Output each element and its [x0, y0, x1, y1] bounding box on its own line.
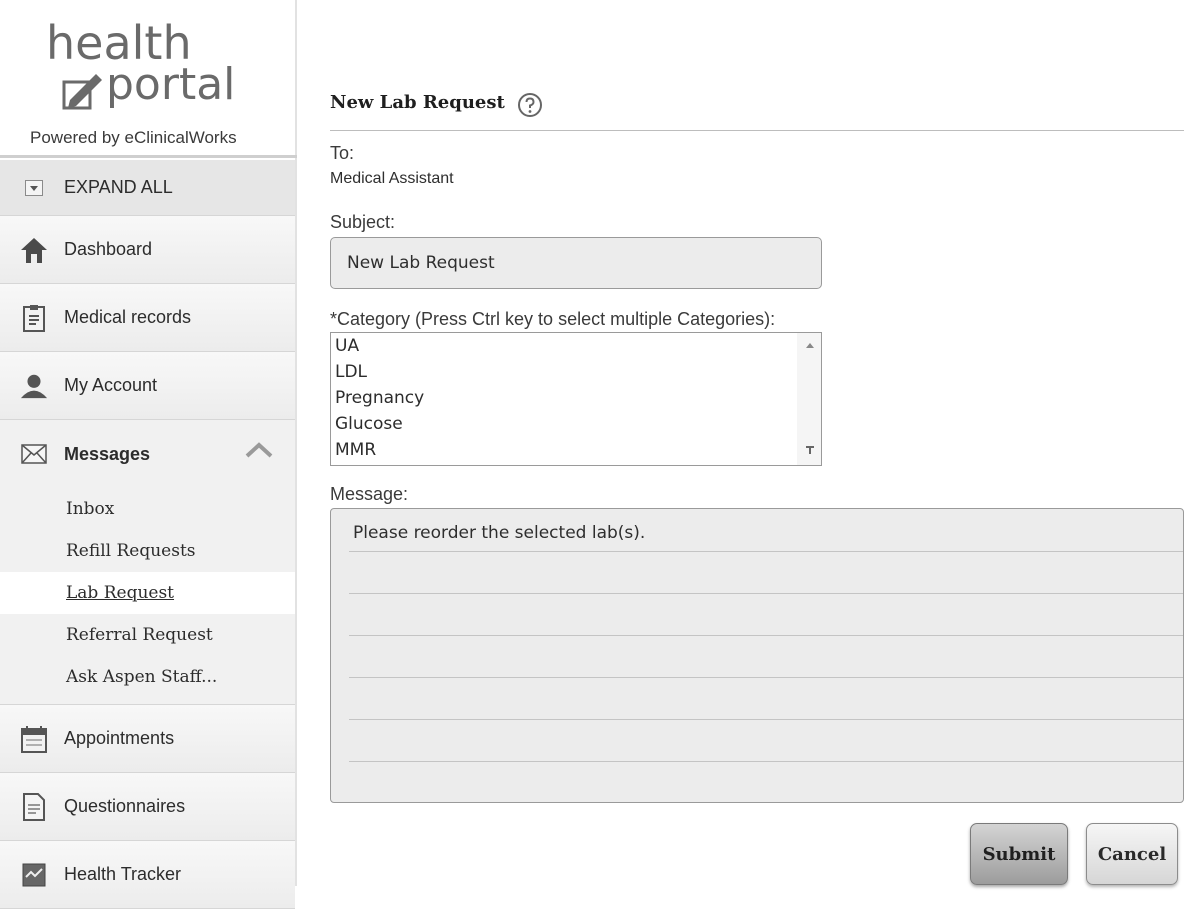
category-option[interactable]: MMR [331, 437, 821, 463]
page-title: New Lab Request [330, 92, 505, 113]
sidebar-item-label: Questionnaires [64, 796, 186, 816]
submenu-item-inbox[interactable]: Inbox [0, 488, 295, 530]
cancel-button[interactable]: Cancel [1086, 823, 1178, 885]
category-option[interactable]: Glucose [331, 411, 821, 437]
chevron-up-icon[interactable] [245, 442, 273, 463]
sidebar-item-label: Appointments [64, 728, 175, 748]
sidebar-item-label: Dashboard [64, 239, 153, 259]
submenu-item-refill-requests[interactable]: Refill Requests [0, 530, 295, 572]
messages-section: Messages Inbox Refill Requests Lab Reque… [0, 420, 295, 705]
category-listbox[interactable]: UA LDL Pregnancy Glucose MMR [330, 332, 822, 466]
home-icon [20, 235, 48, 265]
clipboard-icon [20, 303, 48, 333]
scroll-down-icon[interactable] [805, 445, 815, 455]
sidebar-item-messages[interactable]: Messages [0, 420, 295, 488]
tracker-icon [20, 860, 48, 890]
scroll-up-icon[interactable] [805, 341, 815, 349]
submenu-item-referral-request[interactable]: Referral Request [0, 614, 295, 656]
sidebar-item-appointments[interactable]: Appointments [0, 705, 295, 773]
ruled-line [349, 761, 1183, 762]
submenu-item-ask-aspen-staff[interactable]: Ask Aspen Staff... [0, 656, 295, 698]
sidebar-item-medical-records[interactable]: Medical records [0, 284, 295, 352]
sidebar-item-label: My Account [64, 375, 158, 395]
title-divider [330, 130, 1184, 131]
sidebar: health portal Powered by eClinicalWorks … [0, 0, 297, 909]
category-option[interactable]: Pregnancy [331, 385, 821, 411]
category-label: *Category (Press Ctrl key to select mult… [330, 309, 776, 329]
subject-input[interactable] [330, 237, 822, 289]
expand-icon [20, 173, 48, 203]
sidebar-item-label: Messages [64, 443, 151, 464]
to-value: Medical Assistant [330, 170, 454, 187]
subject-label: Subject: [330, 212, 396, 232]
submit-button[interactable]: Submit [970, 823, 1068, 885]
ruled-line [349, 593, 1183, 594]
help-icon[interactable] [517, 92, 543, 118]
message-label: Message: [330, 484, 409, 504]
powered-by-text: Powered by eClinicalWorks [0, 118, 297, 158]
main-content: New Lab Request To: Medical Assistant Su… [297, 0, 1184, 886]
to-label: To: [330, 143, 355, 163]
category-option[interactable]: LDL [331, 359, 821, 385]
ruled-line [349, 719, 1183, 720]
category-option[interactable]: UA [331, 333, 821, 359]
ruled-line [349, 677, 1183, 678]
sidebar-nav: EXPAND ALL Dashboard Medical records My … [0, 160, 295, 909]
sidebar-item-health-tracker[interactable]: Health Tracker [0, 841, 295, 909]
expand-all-button[interactable]: EXPAND ALL [0, 160, 295, 216]
sidebar-item-dashboard[interactable]: Dashboard [0, 216, 295, 284]
expand-all-label: EXPAND ALL [64, 177, 173, 197]
user-icon [20, 371, 48, 401]
sidebar-item-questionnaires[interactable]: Questionnaires [0, 773, 295, 841]
submenu-item-lab-request[interactable]: Lab Request [0, 572, 295, 614]
calendar-icon [20, 724, 48, 754]
ruled-line [349, 635, 1183, 636]
health-portal-logo[interactable]: health portal [40, 14, 260, 124]
sidebar-item-my-account[interactable]: My Account [0, 352, 295, 420]
document-icon [20, 792, 48, 822]
logo-line2: portal [106, 59, 236, 110]
sidebar-item-label: Health Tracker [64, 864, 182, 884]
sidebar-item-label: Medical records [64, 307, 192, 327]
envelope-icon [20, 439, 48, 469]
message-textarea[interactable]: Please reorder the selected lab(s). [330, 508, 1184, 803]
ruled-line [349, 551, 1183, 552]
pen-paper-icon [62, 74, 102, 110]
message-text: Please reorder the selected lab(s). [353, 523, 646, 543]
